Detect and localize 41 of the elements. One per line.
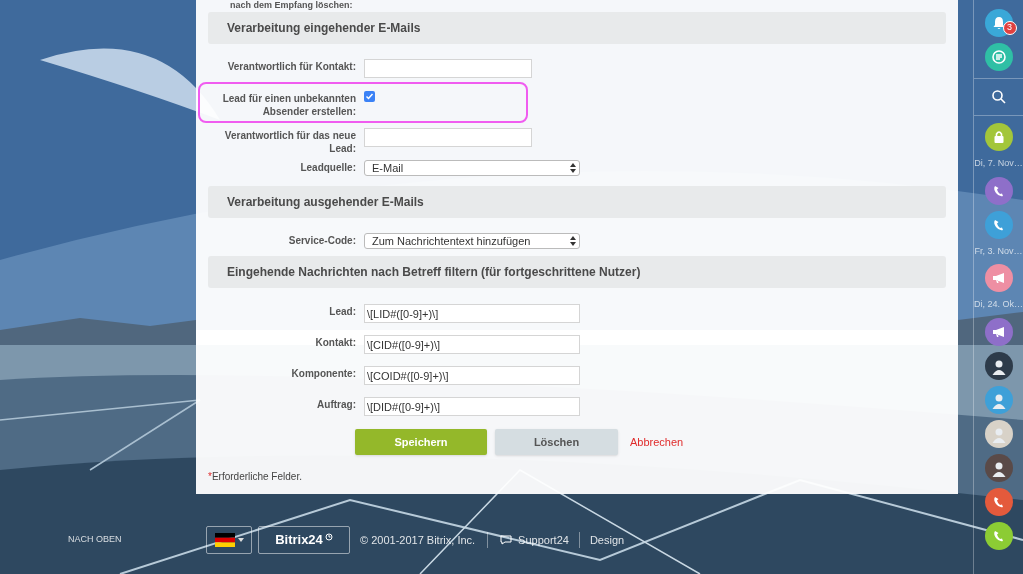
flag-icon [214, 533, 235, 547]
section-header: Eingehende Nachrichten nach Betreff filtern (für fortgeschrittene Nutzer) [208, 256, 946, 288]
text-field[interactable] [364, 128, 532, 147]
field-label: Kontakt: [314, 336, 357, 349]
copyright-text: © 2001-2017 Bitrix, Inc. [360, 532, 476, 548]
text-field[interactable] [364, 59, 532, 78]
back-to-top-link[interactable]: NACH OBEN [0, 533, 200, 547]
section-header: Verarbeitung ausgehender E-Mails [208, 186, 946, 218]
support-link[interactable]: Support24 [518, 531, 569, 549]
dropdown[interactable]: Zum Nachrichtentext hinzufügen [364, 233, 580, 249]
field-label: Lead: [328, 305, 357, 318]
clock-icon [324, 533, 333, 541]
text-field[interactable]: \[COID#([0-9]+)\] [364, 366, 580, 385]
field-label: Verantwortlich für das neue Lead: [223, 129, 357, 155]
design-link[interactable]: Design [589, 531, 625, 549]
text-field[interactable]: \[CID#([0-9]+)\] [364, 335, 580, 354]
field-label: Leadquelle: [299, 161, 357, 174]
sort-arrows-icon [570, 163, 576, 173]
delete-button[interactable]: Löschen [495, 429, 618, 455]
cancel-link[interactable]: Abbrechen [630, 433, 684, 451]
required-note: *Erforderliche Felder. [208, 470, 303, 484]
dropdown[interactable]: E-Mail [364, 160, 580, 176]
text-field[interactable]: \[DID#([0-9]+)\] [364, 397, 580, 416]
field-label: Auftrag: [316, 398, 357, 411]
sort-arrows-icon [570, 236, 576, 246]
language-button[interactable] [206, 526, 252, 554]
caret-icon [237, 538, 244, 542]
field-label: Service-Code: [287, 234, 357, 247]
checkbox[interactable] [364, 91, 375, 102]
section-header: Verarbeitung eingehender E-Mails [208, 12, 946, 44]
field-label: Verantwortlich für Kontakt: [226, 60, 357, 73]
field-label: Lead für einen unbekannten Absender erstellen: [221, 92, 357, 118]
date-label: Di, 24. Ok… [974, 298, 1023, 311]
date-label: Fr, 3. Nov… [974, 244, 1023, 258]
chat-icon [500, 535, 513, 545]
field-label: nach dem Empfang löschen: [229, 0, 354, 11]
field-label: Komponente: [290, 367, 357, 380]
date-label: Di, 7. Nov… [974, 157, 1023, 170]
logo-button[interactable]: Bitrix24 [258, 526, 350, 554]
search-icon[interactable] [990, 89, 1007, 105]
text-field[interactable]: \[LID#([0-9]+)\] [364, 304, 580, 323]
